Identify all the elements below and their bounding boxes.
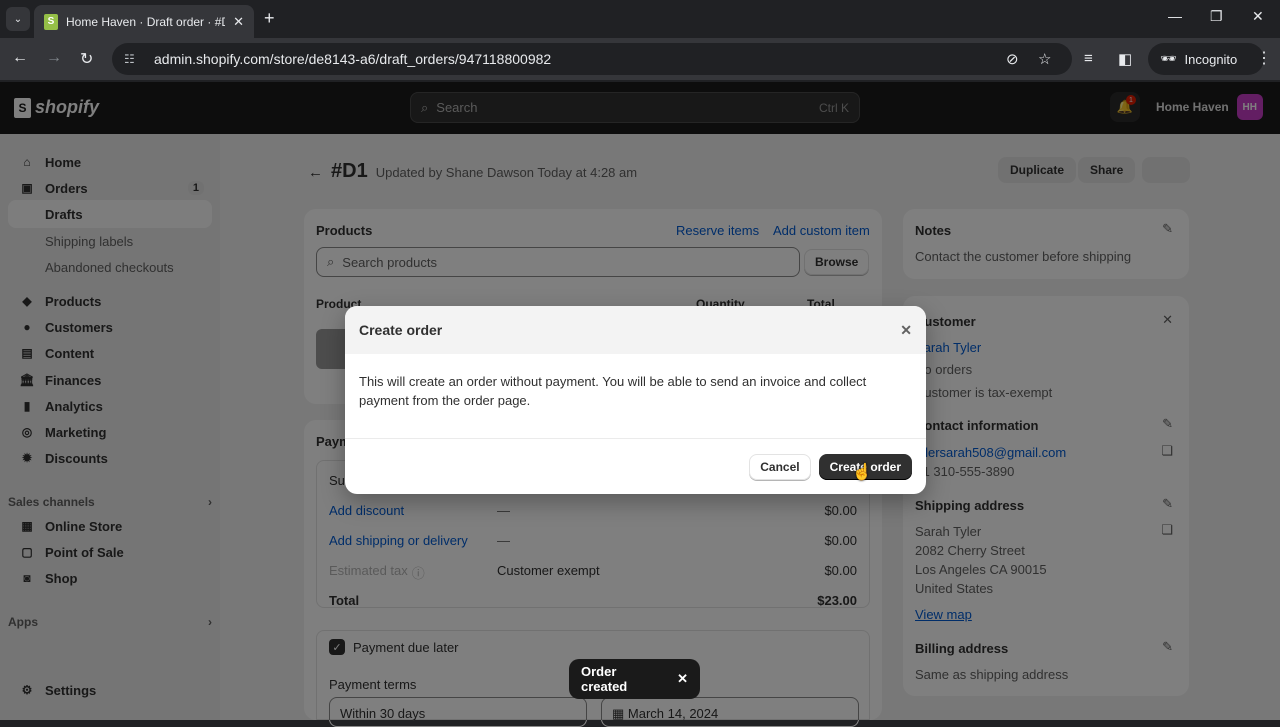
eye-off-icon[interactable]: ⊘	[1006, 50, 1019, 68]
modal-footer: Cancel Create order	[345, 438, 926, 494]
restore-icon[interactable]: ❐	[1210, 8, 1223, 25]
browser-menu-icon[interactable]: ⋮	[1256, 48, 1272, 68]
incognito-label: Incognito	[1184, 51, 1238, 67]
forward-icon[interactable]: →	[46, 49, 62, 67]
cancel-button[interactable]: Cancel	[749, 453, 811, 480]
shopify-favicon-icon: S	[44, 13, 58, 30]
browser-tab-bar: ⌄ S Home Haven · Draft order · #D1 ✕ + —…	[0, 0, 1280, 38]
incognito-badge[interactable]: 🕶 Incognito	[1148, 43, 1264, 75]
modal-close-icon[interactable]: ✕	[900, 322, 912, 339]
browser-tab[interactable]: S Home Haven · Draft order · #D1 ✕	[34, 5, 254, 38]
toast-notification: Order created ✕	[569, 659, 700, 699]
address-bar[interactable]: ☷ admin.shopify.com/store/de8143-a6/draf…	[112, 43, 1072, 75]
window-close-icon[interactable]: ✕	[1252, 8, 1264, 25]
browser-toolbar: ← → ↻ ☷ admin.shopify.com/store/de8143-a…	[0, 38, 1280, 80]
url-text: admin.shopify.com/store/de8143-a6/draft_…	[154, 51, 552, 67]
modal-title: Create order	[359, 322, 443, 338]
incognito-icon: 🕶	[1160, 51, 1177, 66]
modal-body: This will create an order without paymen…	[359, 374, 867, 408]
modal-header: Create order ✕	[345, 306, 926, 354]
minimize-icon[interactable]: —	[1168, 8, 1182, 24]
media-icon[interactable]: ≡	[1084, 50, 1093, 67]
bookmark-star-icon[interactable]: ☆	[1038, 50, 1051, 68]
reload-icon[interactable]: ↻	[80, 49, 93, 69]
tab-title: Home Haven · Draft order · #D1	[66, 14, 226, 29]
create-order-modal: Create order ✕ This will create an order…	[345, 306, 926, 494]
tab-list-button[interactable]: ⌄	[6, 7, 30, 31]
toast-close-icon[interactable]: ✕	[677, 671, 688, 687]
site-info-icon[interactable]: ☷	[124, 52, 140, 66]
tab-close-icon[interactable]: ✕	[233, 14, 244, 30]
new-tab-button[interactable]: +	[264, 8, 275, 29]
toast-message: Order created	[581, 664, 628, 694]
hand-cursor-icon: ☝	[852, 464, 872, 481]
side-panel-icon[interactable]: ◧	[1118, 50, 1132, 68]
back-icon[interactable]: ←	[12, 49, 28, 67]
